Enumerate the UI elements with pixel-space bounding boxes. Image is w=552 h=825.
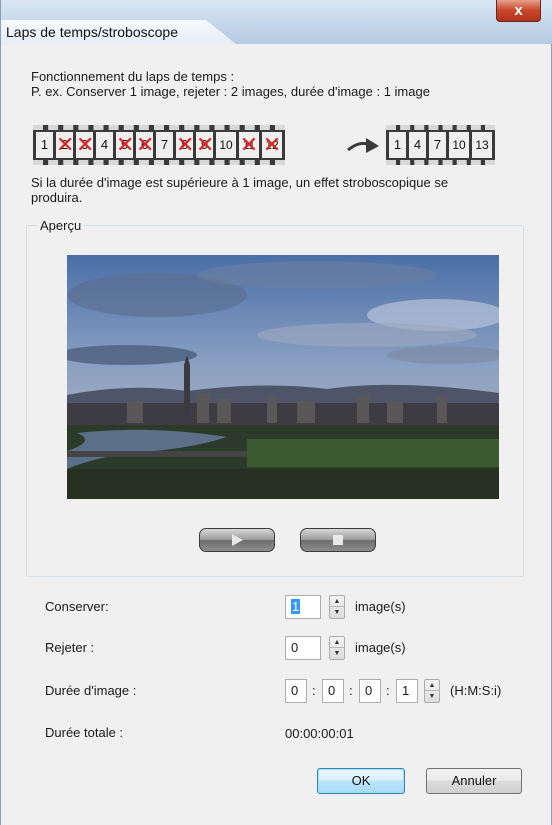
ok-button[interactable]: OK [317,768,405,794]
title-bar: Laps de temps/stroboscope x [1,0,552,44]
duration-minutes-input[interactable]: 0 [322,679,344,703]
preview-group-label: Aperçu [37,218,85,233]
film-frame: 4 [409,132,426,158]
spin-up-icon[interactable]: ▲ [425,680,439,691]
film-frame: 8 [176,131,193,159]
film-frame: 1 [36,132,53,158]
film-frame: 11 [239,131,259,159]
duration-spinner[interactable]: ▲ ▼ [424,679,440,703]
spin-down-icon[interactable]: ▼ [330,607,344,618]
strobe-note-line-2: produira. [31,190,83,205]
film-frame: 13 [472,132,492,158]
duration-hours-input[interactable]: 0 [285,679,307,703]
stop-button[interactable] [300,528,376,552]
film-frame: 7 [156,132,173,158]
stop-icon [333,535,343,545]
laps-de-temps-dialog: Laps de temps/stroboscope x Fonctionneme… [0,0,552,825]
drop-frames-input[interactable]: 0 [285,636,321,660]
film-frame: 2 [56,131,73,159]
drop-frames-spinner[interactable]: ▲ ▼ [329,636,345,660]
spin-up-icon[interactable]: ▲ [330,596,344,607]
duration-label: Durée d'image : [45,683,137,698]
drop-label: Rejeter : [45,640,95,655]
duration-frames-input[interactable]: 1 [396,679,418,703]
arrow-right-icon [347,138,379,153]
strobe-note-line-1: Si la durée d'image est supérieure à 1 i… [31,175,449,190]
keep-label: Conserver: [45,599,109,614]
film-frame: 4 [96,132,113,158]
film-frame: 12 [262,131,282,159]
spin-down-icon[interactable]: ▼ [330,648,344,659]
play-button[interactable] [199,528,275,552]
film-frame: 10 [449,132,469,158]
keep-frames-input[interactable]: 1 [285,595,321,619]
total-duration-value: 00:00:00:01 [285,726,354,741]
spin-down-icon[interactable]: ▼ [425,691,439,702]
keep-frames-spinner[interactable]: ▲ ▼ [329,595,345,619]
duration-unit: (H:M:S:i) [450,683,502,698]
film-strip-before: 123456789101112 [33,125,285,165]
film-frame: 1 [389,132,406,158]
close-icon: x [514,2,523,19]
description-line-2: P. ex. Conserver 1 image, rejeter : 2 im… [31,84,430,99]
drop-unit: image(s) [355,640,406,655]
duration-seconds-input[interactable]: 0 [359,679,381,703]
film-frame: 5 [116,131,133,159]
spin-up-icon[interactable]: ▲ [330,637,344,648]
close-button[interactable]: x [496,0,541,22]
cancel-button[interactable]: Annuler [426,768,522,794]
film-strip-after: 1 4 7 10 13 [386,125,495,165]
dialog-body: Fonctionnement du laps de temps : P. ex.… [10,44,544,825]
preview-image [67,255,499,499]
film-frame: 6 [136,131,153,159]
description-line-1: Fonctionnement du laps de temps : [31,69,235,84]
window-title: Laps de temps/stroboscope [6,24,178,40]
play-icon [232,534,243,546]
film-frame: 3 [76,131,93,159]
city-landscape-image [67,255,499,499]
film-frame: 10 [216,132,236,158]
film-frame: 7 [429,132,446,158]
total-duration-label: Durée totale : [45,725,124,740]
film-frame: 9 [196,131,213,159]
keep-unit: image(s) [355,599,406,614]
